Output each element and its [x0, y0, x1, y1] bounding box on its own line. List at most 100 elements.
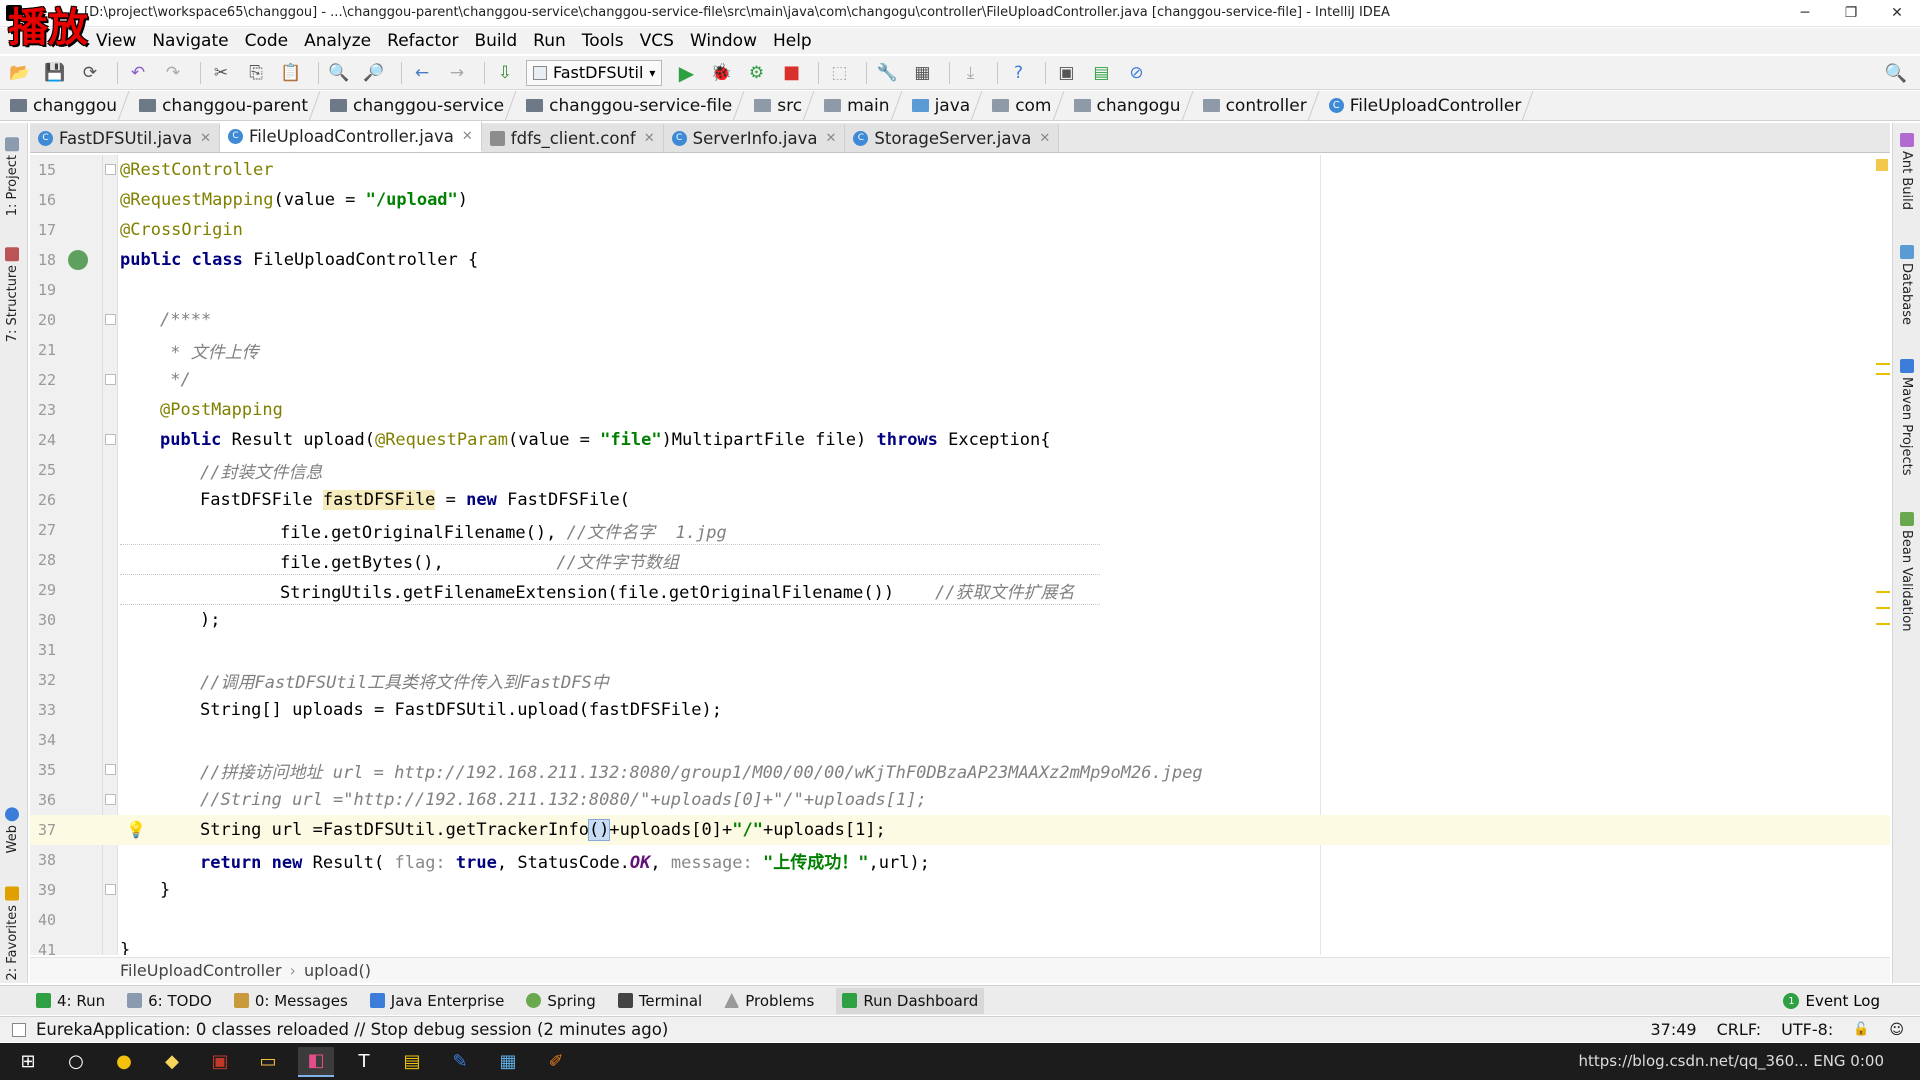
- error-stripe[interactable]: [1876, 155, 1890, 955]
- fold-marker-icon[interactable]: [105, 164, 116, 175]
- bean-validation-tool-tab[interactable]: Bean Validation: [1899, 508, 1914, 631]
- vcs-update-icon[interactable]: ⬚: [825, 59, 853, 87]
- tool-spring[interactable]: Spring: [526, 992, 596, 1010]
- search-everywhere-icon[interactable]: 🔍: [1882, 59, 1910, 87]
- save-all-icon[interactable]: 💾: [41, 59, 69, 87]
- tool-java-enterprise[interactable]: Java Enterprise: [369, 992, 504, 1010]
- maven-tool-tab[interactable]: Maven Projects: [1899, 355, 1914, 476]
- intellij-taskbar-icon[interactable]: ◧: [298, 1046, 334, 1077]
- menu-build[interactable]: Build: [466, 29, 525, 53]
- cut-icon[interactable]: ✂: [207, 59, 235, 87]
- close-tab-icon[interactable]: ✕: [200, 131, 211, 146]
- forward-icon[interactable]: →: [443, 59, 471, 87]
- tab-storageserver[interactable]: C StorageServer.java ✕: [845, 124, 1060, 152]
- stop-icon[interactable]: ■: [777, 59, 805, 87]
- database-tool-tab[interactable]: Database: [1899, 241, 1914, 325]
- help-icon[interactable]: ?: [1004, 59, 1032, 87]
- fold-marker-icon[interactable]: [105, 794, 116, 805]
- stripe-marker[interactable]: [1876, 607, 1890, 609]
- build-project-icon[interactable]: ⇩: [491, 59, 519, 87]
- close-tab-icon[interactable]: ✕: [1039, 131, 1050, 146]
- menu-navigate[interactable]: Navigate: [144, 29, 236, 53]
- lock-icon[interactable]: 🔓: [1853, 1022, 1869, 1037]
- stripe-marker[interactable]: [1876, 623, 1890, 625]
- editor-breadcrumb-class[interactable]: FileUploadController: [120, 961, 282, 980]
- tool-window-toggle-icon[interactable]: [12, 1023, 26, 1037]
- project-structure-icon[interactable]: ▦: [908, 59, 936, 87]
- status-message[interactable]: EurekaApplication: 0 classes reloaded //…: [36, 1020, 668, 1039]
- sdk-download-icon[interactable]: ⤓: [956, 59, 984, 87]
- notes-icon[interactable]: ▤: [394, 1047, 430, 1077]
- intention-bulb-icon[interactable]: 💡: [126, 820, 146, 839]
- presentation-icon[interactable]: ▣: [1052, 59, 1080, 87]
- hector-icon[interactable]: ☺: [1889, 1022, 1904, 1038]
- back-icon[interactable]: ←: [408, 59, 436, 87]
- fold-marker-icon[interactable]: [105, 434, 116, 445]
- image-viewer-icon[interactable]: ▣: [202, 1047, 238, 1077]
- menu-code[interactable]: Code: [237, 29, 297, 53]
- run-icon[interactable]: ▶: [672, 59, 700, 87]
- synchronize-icon[interactable]: ⟳: [76, 59, 104, 87]
- favorites-tool-tab[interactable]: 2: Favorites: [5, 883, 20, 981]
- restore-button[interactable]: ❐: [1828, 2, 1874, 24]
- tool-problems[interactable]: Problems: [724, 992, 814, 1010]
- recorder-icon[interactable]: ✐: [538, 1047, 574, 1077]
- breadcrumb-item[interactable]: changgou: [10, 90, 139, 121]
- minimize-button[interactable]: ─: [1782, 2, 1828, 24]
- tab-serverinfo[interactable]: C ServerInfo.java ✕: [663, 124, 846, 152]
- breadcrumb-item[interactable]: controller: [1202, 90, 1329, 121]
- breadcrumb-item[interactable]: changgou-service-file: [526, 90, 754, 121]
- typora-icon[interactable]: T: [346, 1047, 382, 1077]
- fold-marker-icon[interactable]: [105, 314, 116, 325]
- debug-icon[interactable]: 🐞: [707, 59, 735, 87]
- power-save-icon[interactable]: ⊘: [1122, 59, 1150, 87]
- menu-refactor[interactable]: Refactor: [379, 29, 466, 53]
- breadcrumb-item[interactable]: main: [824, 90, 912, 121]
- breadcrumb-item[interactable]: src: [754, 90, 824, 121]
- breadcrumb-item[interactable]: com: [992, 90, 1073, 121]
- line-separator[interactable]: CRLF:: [1717, 1020, 1762, 1039]
- statistic-icon[interactable]: ▤: [1087, 59, 1115, 87]
- breadcrumb-item[interactable]: changgou-parent: [139, 90, 330, 121]
- tool-todo[interactable]: 6: TODO: [127, 992, 212, 1010]
- tab-fastdfsutil[interactable]: C FastDFSUtil.java ✕: [30, 124, 220, 152]
- stripe-marker[interactable]: [1876, 373, 1890, 375]
- open-folder-icon[interactable]: 📂: [6, 59, 34, 87]
- code-editor[interactable]: 15 @RestController 16 @RequestMapping(valu…: [30, 155, 1890, 955]
- find-icon[interactable]: 🔍: [325, 59, 353, 87]
- breadcrumb-item[interactable]: C FileUploadController: [1328, 90, 1544, 121]
- redo-icon[interactable]: ↷: [159, 59, 187, 87]
- structure-tool-tab[interactable]: 7: Structure: [5, 243, 20, 342]
- menu-run[interactable]: Run: [525, 29, 574, 53]
- close-tab-icon[interactable]: ✕: [462, 129, 473, 144]
- menu-help[interactable]: Help: [765, 29, 820, 53]
- feather-icon[interactable]: ✎: [442, 1047, 478, 1077]
- event-log-button[interactable]: 1 Event Log: [1783, 992, 1880, 1010]
- tool-run-dashboard[interactable]: Run Dashboard: [836, 987, 985, 1014]
- close-button[interactable]: ✕: [1874, 2, 1920, 24]
- tab-fdfs-client-conf[interactable]: fdfs_client.conf ✕: [481, 124, 664, 152]
- close-tab-icon[interactable]: ✕: [826, 131, 837, 146]
- editor-breadcrumb-method[interactable]: upload(): [304, 961, 371, 980]
- web-tool-tab[interactable]: Web: [5, 803, 20, 853]
- settings-icon[interactable]: 🔧: [873, 59, 901, 87]
- caret-position[interactable]: 37:49: [1651, 1020, 1697, 1039]
- paste-icon[interactable]: 📋: [277, 59, 305, 87]
- file-explorer-icon[interactable]: ▭: [250, 1047, 286, 1077]
- stripe-marker[interactable]: [1876, 591, 1890, 593]
- replace-icon[interactable]: 🔎: [360, 59, 388, 87]
- fold-marker-icon[interactable]: [105, 374, 116, 385]
- breadcrumb-item[interactable]: changgou-service: [330, 90, 526, 121]
- chrome-icon[interactable]: ●: [106, 1047, 142, 1077]
- windows-start-icon[interactable]: ⊞: [10, 1047, 46, 1077]
- app-icon[interactable]: ◆: [154, 1047, 190, 1077]
- undo-icon[interactable]: ↶: [124, 59, 152, 87]
- file-encoding[interactable]: UTF-8:: [1781, 1020, 1833, 1039]
- cortana-icon[interactable]: ○: [58, 1047, 94, 1077]
- tool-terminal[interactable]: Terminal: [617, 992, 702, 1010]
- tool-messages[interactable]: 0: Messages: [233, 992, 348, 1010]
- fold-marker-icon[interactable]: [105, 764, 116, 775]
- tool-run[interactable]: 4: Run: [36, 992, 105, 1010]
- ant-build-tool-tab[interactable]: Ant Build: [1899, 129, 1914, 210]
- menu-view[interactable]: View: [88, 29, 144, 53]
